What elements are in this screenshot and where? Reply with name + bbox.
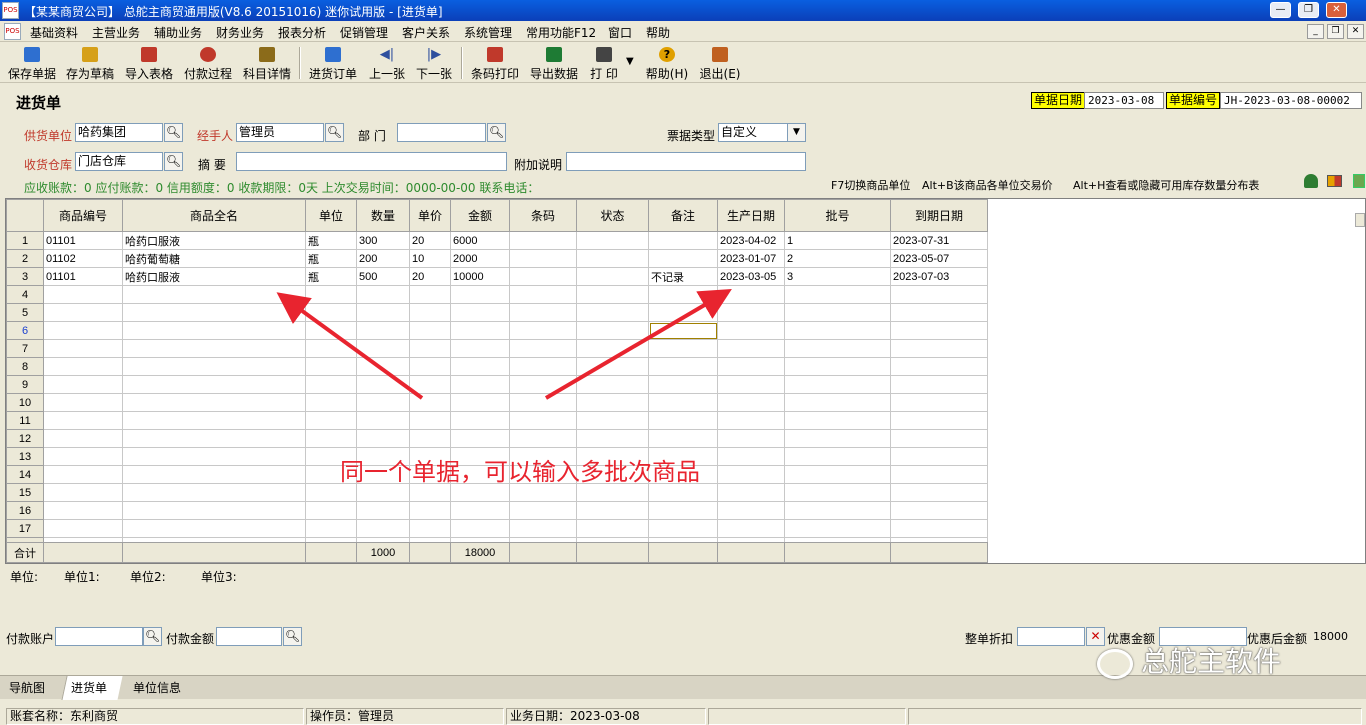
status-panel: [908, 708, 1362, 725]
unit-label: 单位:: [10, 570, 39, 584]
status-biz-date: 业务日期：2023-03-08: [506, 708, 706, 725]
payment-account-search-icon[interactable]: 🔍︎: [143, 627, 162, 646]
arrow-right: [544, 288, 732, 400]
unit1-label: 单位1:: [64, 570, 100, 584]
payment-amount-label: 付款金额: [166, 632, 215, 646]
payment-account-label: 付款账户: [6, 632, 55, 646]
tab-unit-info[interactable]: 单位信息: [133, 679, 181, 696]
payment-amount-field[interactable]: [216, 627, 282, 646]
discount-label: 整单折扣: [965, 632, 1014, 646]
annotation-arrows: [276, 288, 732, 400]
tab-purchase-bill[interactable]: 进货单: [71, 679, 107, 696]
unit3-label: 单位3:: [201, 570, 237, 584]
status-account: 账套名称：东利商贸: [6, 708, 304, 725]
discount-field[interactable]: [1017, 627, 1085, 646]
payment-account-field[interactable]: [55, 627, 143, 646]
arrow-left: [276, 292, 424, 400]
after-discount-value: 18000: [1313, 630, 1348, 643]
wechat-logo-icon: [1097, 648, 1133, 679]
unit2-label: 单位2:: [130, 570, 166, 584]
tab-navigation[interactable]: 导航图: [9, 679, 45, 696]
watermark: 总舵主软件: [1097, 640, 1281, 680]
status-panel: [708, 708, 906, 725]
status-bar: 账套名称：东利商贸 操作员：管理员 业务日期：2023-03-08: [0, 707, 1366, 725]
payment-amount-search-icon[interactable]: 🔍︎: [283, 627, 302, 646]
annotation-text: 同一个单据，可以输入多批次商品: [340, 459, 700, 486]
watermark-text: 总舵主软件: [1141, 646, 1282, 677]
status-operator: 操作员：管理员: [306, 708, 504, 725]
